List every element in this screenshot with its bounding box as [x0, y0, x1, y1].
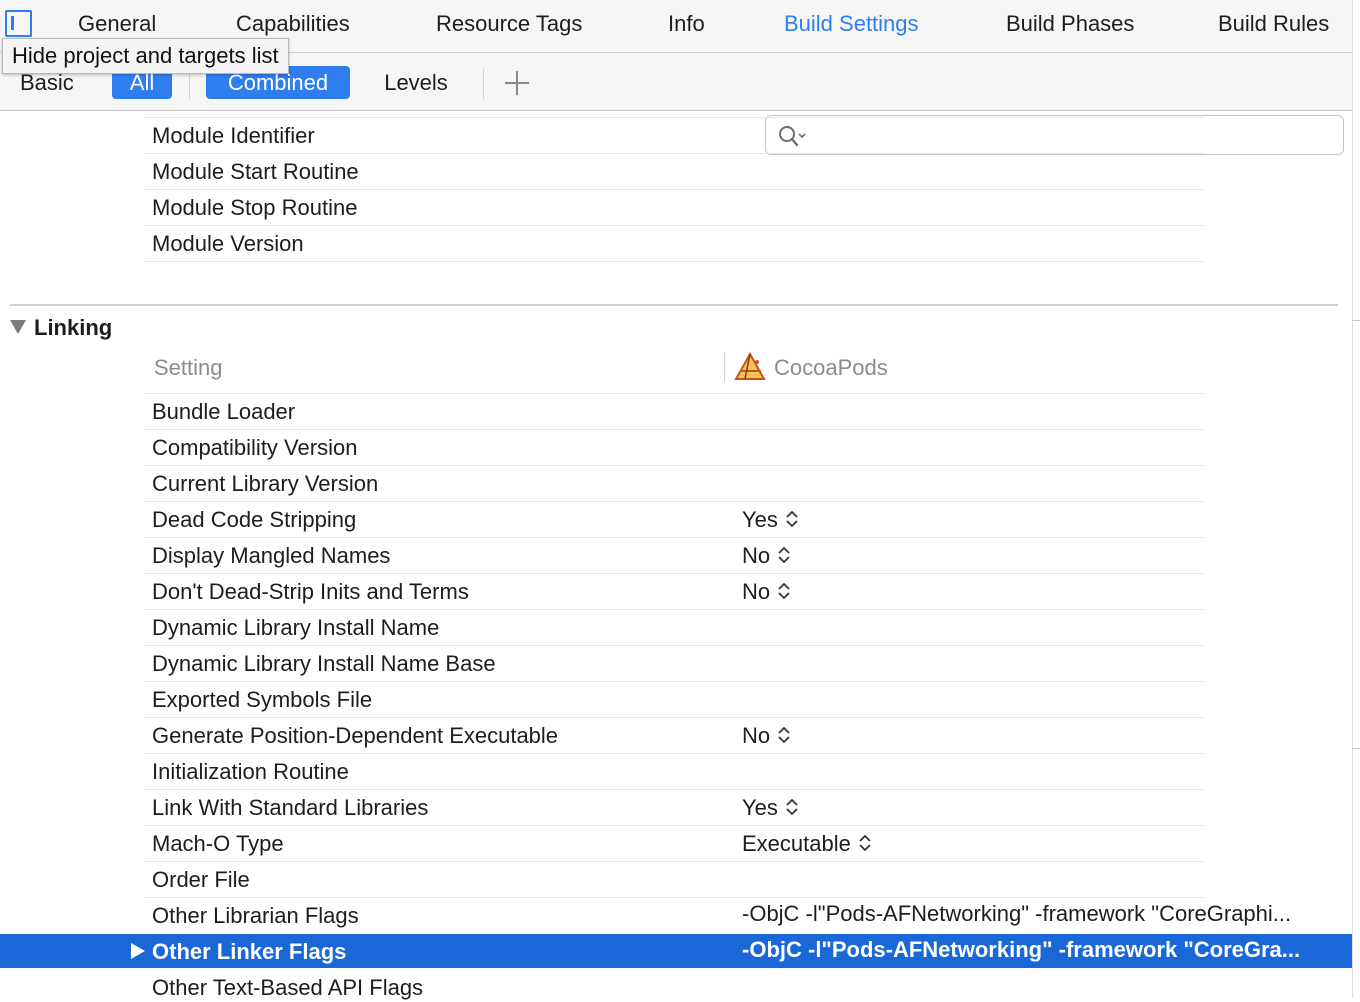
setting-bundle-loader[interactable]: Bundle Loader	[152, 398, 295, 426]
row-divider	[144, 153, 1204, 154]
value-popup[interactable]: Yes	[742, 506, 798, 534]
search-icon	[779, 126, 806, 147]
row-divider	[144, 501, 1204, 502]
row-divider	[144, 717, 1204, 718]
setting-dead-code-stripping[interactable]: Dead Code Stripping	[152, 506, 356, 534]
tab-info[interactable]: Info	[668, 10, 705, 38]
collapse-triangle-icon[interactable]	[10, 320, 26, 334]
setting-compatibility-version[interactable]: Compatibility Version	[152, 434, 357, 462]
row-divider	[144, 225, 1204, 226]
section-title-linking[interactable]: Linking	[34, 314, 112, 342]
setting-dynamic-library-install-name-base[interactable]: Dynamic Library Install Name Base	[152, 650, 496, 678]
value-popup[interactable]: No	[742, 542, 790, 570]
popup-stepper-icon	[859, 834, 871, 852]
scrollbar-mark	[1352, 748, 1360, 749]
setting-order-file[interactable]: Order File	[152, 866, 250, 894]
setting-exported-symbols-file[interactable]: Exported Symbols File	[152, 686, 372, 714]
setting-module-stop-routine[interactable]: Module Stop Routine	[152, 194, 357, 222]
value-other-linker-flags[interactable]: -ObjC -l"Pods-AFNetworking" -framework "…	[742, 936, 1300, 964]
row-divider	[144, 609, 1204, 610]
row-divider	[144, 681, 1204, 682]
row-divider	[144, 789, 1204, 790]
column-header-target: CocoaPods	[774, 355, 888, 380]
column-header-setting: Setting	[154, 355, 223, 380]
value-text: Executable	[742, 831, 851, 856]
setting-other-linker-flags[interactable]: Other Linker Flags	[152, 938, 346, 966]
search-field[interactable]	[765, 115, 1344, 155]
tab-general[interactable]: General	[78, 10, 156, 38]
cocoapods-target-icon	[734, 352, 766, 380]
setting-link-with-standard-libraries[interactable]: Link With Standard Libraries	[152, 794, 428, 822]
expand-triangle-icon[interactable]	[131, 943, 145, 959]
setting-module-version[interactable]: Module Version	[152, 230, 304, 258]
value-popup[interactable]: Executable	[742, 830, 871, 858]
row-divider	[144, 573, 1204, 574]
tab-build-settings[interactable]: Build Settings	[784, 10, 919, 38]
hide-navigator-icon[interactable]	[5, 10, 32, 37]
row-divider	[144, 189, 1204, 190]
row-divider	[144, 261, 1204, 262]
setting-display-mangled-names[interactable]: Display Mangled Names	[152, 542, 390, 570]
value-popup[interactable]: No	[742, 578, 790, 606]
tab-resource-tags[interactable]: Resource Tags	[436, 10, 582, 38]
popup-stepper-icon	[786, 510, 798, 528]
tab-capabilities[interactable]: Capabilities	[236, 10, 350, 38]
setting-module-identifier[interactable]: Module Identifier	[152, 122, 315, 150]
column-separator[interactable]	[724, 352, 725, 382]
row-divider	[144, 897, 1204, 898]
popup-stepper-icon	[778, 582, 790, 600]
row-divider	[144, 753, 1204, 754]
setting-mach-o-type[interactable]: Mach-O Type	[152, 830, 284, 858]
vertical-scrollbar[interactable]	[1352, 0, 1360, 998]
row-divider	[144, 645, 1204, 646]
row-divider	[144, 117, 1204, 118]
setting-initialization-routine[interactable]: Initialization Routine	[152, 758, 349, 786]
value-other-librarian-flags[interactable]: -ObjC -l"Pods-AFNetworking" -framework "…	[742, 900, 1291, 928]
filter-levels[interactable]: Levels	[370, 66, 462, 99]
row-divider	[144, 537, 1204, 538]
setting-other-librarian-flags[interactable]: Other Librarian Flags	[152, 902, 359, 930]
setting-dynamic-library-install-name[interactable]: Dynamic Library Install Name	[152, 614, 439, 642]
value-text: No	[742, 579, 771, 604]
value-popup[interactable]: Yes	[742, 794, 798, 822]
tab-build-rules[interactable]: Build Rules	[1218, 10, 1329, 38]
popup-stepper-icon	[786, 798, 798, 816]
setting-dont-dead-strip-inits[interactable]: Don't Dead-Strip Inits and Terms	[152, 578, 469, 606]
row-divider	[144, 465, 1204, 466]
row-divider	[144, 429, 1204, 430]
value-text: Yes	[742, 507, 778, 532]
setting-current-library-version[interactable]: Current Library Version	[152, 470, 378, 498]
setting-generate-position-dependent-executable[interactable]: Generate Position-Dependent Executable	[152, 722, 558, 750]
tooltip: Hide project and targets list	[2, 38, 289, 74]
popup-stepper-icon	[778, 546, 790, 564]
popup-stepper-icon	[778, 726, 790, 744]
value-text: No	[742, 543, 771, 568]
value-text: Yes	[742, 795, 778, 820]
section-divider	[10, 304, 1338, 306]
row-divider	[144, 861, 1204, 862]
row-divider	[144, 393, 1204, 394]
add-setting-icon[interactable]	[505, 71, 529, 95]
scrollbar-mark	[1352, 320, 1360, 321]
search-input[interactable]	[816, 121, 1330, 151]
setting-module-start-routine[interactable]: Module Start Routine	[152, 158, 359, 186]
tab-build-phases[interactable]: Build Phases	[1006, 10, 1134, 38]
value-text: No	[742, 723, 771, 748]
row-divider	[144, 825, 1204, 826]
value-popup[interactable]: No	[742, 722, 790, 750]
filter-divider	[483, 69, 484, 99]
